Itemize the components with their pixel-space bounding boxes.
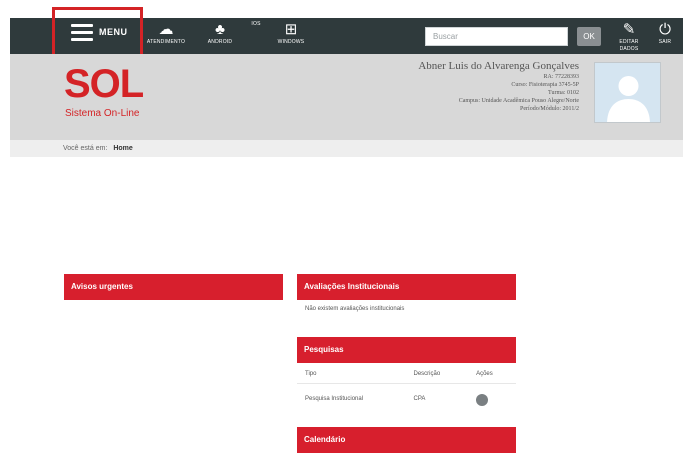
column-header: Descrição — [413, 371, 441, 377]
calendario-panel: Calendário — [297, 427, 516, 455]
avaliacoes-empty-text: Não existem avaliações institucionais — [305, 306, 405, 312]
pesquisas-panel-title: Pesquisas — [297, 337, 516, 363]
comment-icon[interactable] — [476, 394, 489, 406]
breadcrumb-home-link[interactable]: Home — [113, 145, 132, 152]
user-ra: RA: 77228393 — [543, 74, 579, 80]
breadcrumb-prefix: Você está em: — [63, 145, 108, 152]
breadcrumb: Você está em: Home — [10, 140, 683, 157]
table-cell: CPA — [405, 383, 469, 414]
avisos-panel: Avisos urgentes — [64, 274, 283, 302]
edit-profile-button[interactable]: ✎ EDITAR DADOS — [614, 21, 644, 52]
pesquisas-table: Tipo Descrição Ações Pesquisa Institucio… — [297, 363, 516, 414]
logout-button[interactable]: ⏻ SAIR — [652, 21, 678, 51]
windows-button[interactable]: ⊞ WINDOWS — [273, 21, 309, 51]
menu-button[interactable]: MENU — [52, 7, 143, 57]
search-ok-button[interactable]: OK — [577, 27, 601, 46]
table-row: Pesquisa Institucional CPA — [297, 383, 516, 414]
windows-icon: ⊞ — [284, 21, 298, 38]
atendimento-button[interactable]: ☁ ATENDIMENTO — [144, 21, 188, 51]
table-cell: Pesquisa Institucional — [297, 383, 406, 414]
android-icon: ♣ — [215, 21, 225, 38]
sol-logo: SOL — [64, 62, 144, 106]
android-button[interactable]: ♣ ANDROID — [204, 21, 236, 51]
calendario-panel-title: Calendário — [297, 427, 516, 453]
user-period: Período/Módulo: 2011/2 — [520, 106, 579, 112]
edit-icon: ✎ — [622, 21, 636, 38]
column-header: Tipo — [305, 371, 317, 377]
search-input[interactable]: Buscar — [425, 27, 568, 46]
user-info: Abner Luis do Alvarenga Gonçalves RA: 77… — [418, 60, 579, 113]
user-campus: Campus: Unidade Acadêmica Pouso Alegre/N… — [458, 98, 579, 104]
hamburger-icon — [71, 24, 93, 42]
avatar-placeholder-icon — [595, 63, 660, 122]
user-course: Curso: Fisioterapia 3745-5P — [511, 82, 579, 88]
ios-button[interactable]: IOS — [244, 21, 268, 51]
avatar — [594, 62, 661, 123]
avaliacoes-panel-title: Avaliações Institucionais — [297, 274, 516, 300]
avisos-panel-title: Avisos urgentes — [64, 274, 283, 300]
table-cell — [468, 383, 516, 414]
chat-icon: ☁ — [158, 21, 174, 38]
power-icon: ⏻ — [659, 21, 671, 38]
logo-subtitle: Sistema On-Line — [65, 108, 140, 119]
avaliacoes-panel: Avaliações Institucionais Não existem av… — [297, 274, 516, 324]
table-header-row: Tipo Descrição Ações — [297, 363, 516, 384]
page-header: SOL Sistema On-Line Abner Luis do Alvare… — [10, 54, 683, 140]
pesquisas-panel: Pesquisas Tipo Descrição Ações Pesquisa … — [297, 337, 516, 415]
column-header: Ações — [476, 371, 493, 377]
user-class: Turma: 0102 — [548, 90, 579, 96]
user-name: Abner Luis do Alvarenga Gonçalves — [418, 60, 579, 72]
